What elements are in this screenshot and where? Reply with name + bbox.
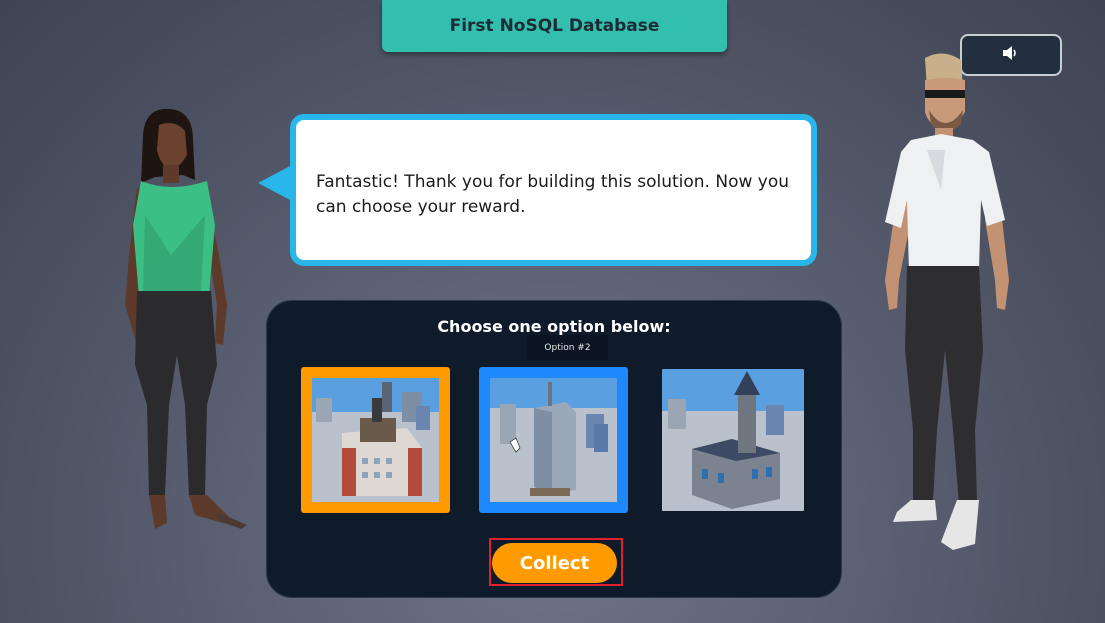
- reward-option-1[interactable]: [301, 367, 450, 513]
- level-title-text: First NoSQL Database: [449, 16, 660, 36]
- level-title: First NoSQL Database: [382, 0, 727, 52]
- city-scene-2-image: [490, 378, 617, 502]
- speech-bubble: Fantastic! Thank you for building this s…: [290, 114, 817, 266]
- castle-scene-image: [662, 369, 804, 511]
- character-woman: [125, 108, 247, 529]
- reward-option-3[interactable]: [660, 367, 806, 513]
- city-scene-1-image: [312, 378, 439, 502]
- character-man: [885, 53, 1009, 550]
- dialogue-text: Fantastic! Thank you for building this s…: [316, 172, 790, 217]
- option-tooltip: Option #2: [527, 335, 608, 360]
- collect-button[interactable]: Collect: [492, 543, 617, 583]
- reward-option-2[interactable]: [479, 367, 628, 513]
- speech-bubble-tail: [258, 165, 292, 201]
- reward-heading: Choose one option below:: [437, 317, 671, 336]
